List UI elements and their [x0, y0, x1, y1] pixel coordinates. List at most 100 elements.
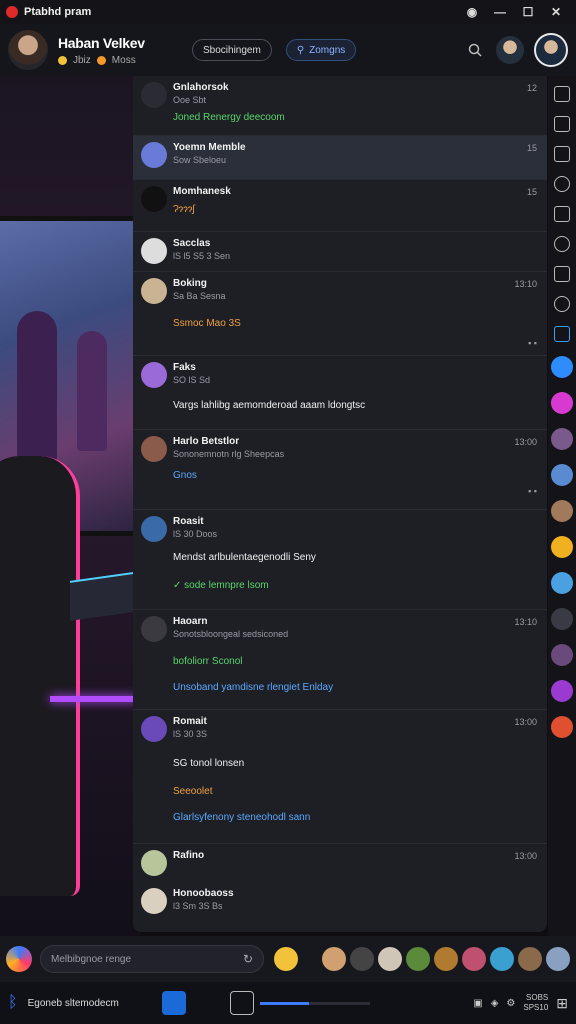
- refresh-icon[interactable]: ↻: [243, 952, 253, 966]
- message-item[interactable]: Momhanesk 15 Ɂɂɂɂʃ: [133, 180, 547, 232]
- message-item[interactable]: Yoemn Memble Sow Sbeloeu 15: [133, 136, 547, 180]
- message-text: SG tonol lonsen: [173, 758, 245, 769]
- rail-avatar[interactable]: [551, 536, 573, 558]
- avatar: [141, 850, 167, 876]
- rail-avatar[interactable]: [551, 392, 573, 414]
- message-time: 13:10: [514, 617, 537, 627]
- maximize-button[interactable]: ☐: [514, 5, 542, 19]
- story-avatar[interactable]: [518, 947, 542, 971]
- message-input[interactable]: Melbibgnoe renge ↻: [40, 945, 264, 973]
- grid-icon[interactable]: ⊞: [556, 995, 568, 1012]
- image-icon[interactable]: ▣: [473, 998, 482, 1009]
- home-tab-icon[interactable]: [229, 991, 254, 1015]
- status-a: Jbiz: [73, 54, 91, 66]
- message-item[interactable]: Boking Sa Ba Sesna 13:10 Ssmoc Mao 3S ▪ …: [133, 272, 547, 356]
- composer-bar: Melbibgnoe renge ↻: [0, 936, 576, 982]
- minimize-button[interactable]: —: [486, 5, 514, 19]
- rail-avatar[interactable]: [551, 356, 573, 378]
- app-badge-icon[interactable]: [6, 946, 32, 972]
- copy-icon[interactable]: [554, 206, 570, 222]
- message-author: Honoobaoss: [173, 888, 234, 899]
- user-status: Jbiz Moss: [58, 55, 178, 66]
- doc-icon[interactable]: [554, 116, 570, 132]
- rail-avatar[interactable]: [551, 680, 573, 702]
- message-text: ✓ sode lemnpre lsom: [173, 580, 269, 591]
- channel-pill-label: Sbocihingem: [203, 44, 261, 56]
- title-bar: Ptabhd pram ◉ — ☐ ✕: [0, 0, 576, 24]
- bottom-bar: ᛒ Egoneb sltemodecm ▣ ◈ ⚙ SOBS SPS10 ⊞: [0, 982, 576, 1024]
- message-author: Momhanesk: [173, 186, 231, 197]
- search-icon[interactable]: [464, 39, 486, 61]
- network-stats: SOBS SPS10: [523, 993, 548, 1013]
- message-text: Vargs lahlibg aemomderoad aaam ldongtsc: [173, 400, 366, 411]
- message-item[interactable]: Harlo Betstlor Sononemnotn rlg Sheepcas …: [133, 430, 547, 510]
- shield-icon[interactable]: ◈: [491, 998, 499, 1009]
- reaction-count[interactable]: ▪ ▪: [528, 486, 537, 496]
- message-meta: lS 30 Doos: [173, 529, 218, 539]
- contact-avatar[interactable]: [496, 36, 524, 64]
- message-text: Ssmoc Mao 3S: [173, 318, 241, 329]
- status-dot-icon: [58, 55, 67, 65]
- zone-pill-label: Zomgns: [309, 44, 346, 56]
- clock-icon[interactable]: [554, 296, 570, 312]
- message-time: 13:00: [514, 851, 537, 861]
- close-button[interactable]: ✕: [542, 5, 570, 19]
- rail-avatar[interactable]: [551, 644, 573, 666]
- message-time: 13:00: [514, 717, 537, 727]
- story-avatar[interactable]: [378, 947, 402, 971]
- message-author: Rafino: [173, 850, 205, 861]
- message-meta: lS l5 S5 3 Sen: [173, 251, 231, 261]
- record-icon[interactable]: ◉: [458, 5, 486, 19]
- message-input-placeholder: Melbibgnoe renge: [51, 953, 132, 965]
- story-avatar[interactable]: [490, 947, 514, 971]
- story-avatar[interactable]: [434, 947, 458, 971]
- rail-avatar[interactable]: [551, 428, 573, 450]
- message-meta: Ooe Sbt: [173, 95, 207, 105]
- avatar: [141, 716, 167, 742]
- message-item[interactable]: Romait lS 30 3S 13:00 SG tonol lonsen Se…: [133, 710, 547, 844]
- rail-avatar[interactable]: [551, 572, 573, 594]
- message-text: Seeoolet: [173, 786, 213, 797]
- home-icon[interactable]: [554, 86, 570, 102]
- message-author: Romait: [173, 716, 207, 727]
- message-item[interactable]: Honoobaoss l3 Sm 3S Bs: [133, 882, 547, 922]
- square-icon[interactable]: [554, 266, 570, 282]
- circle-icon[interactable]: [554, 236, 570, 252]
- message-author: Gnlahorsok: [173, 82, 229, 93]
- settings-icon[interactable]: ⚙: [506, 998, 515, 1009]
- message-meta: l3 Sm 3S Bs: [173, 901, 223, 911]
- keyboard-image: [70, 571, 140, 621]
- progress-bar: [259, 1001, 370, 1005]
- story-avatar[interactable]: [322, 947, 346, 971]
- bookmark-icon[interactable]: [161, 991, 186, 1015]
- background-gaming-scene: [0, 76, 140, 936]
- rail-avatar[interactable]: [551, 608, 573, 630]
- edit-icon[interactable]: [554, 326, 570, 342]
- message-item[interactable]: Roasit lS 30 Doos Mendst arlbulentaegeno…: [133, 510, 547, 610]
- message-item[interactable]: Rafino 13:00: [133, 844, 547, 882]
- message-time: 15: [526, 143, 537, 153]
- alert-icon[interactable]: [554, 176, 570, 192]
- bluetooth-icon[interactable]: ᛒ: [8, 994, 18, 1012]
- rail-avatar[interactable]: [551, 500, 573, 522]
- user-avatar[interactable]: [8, 30, 48, 70]
- rail-avatar[interactable]: [551, 464, 573, 486]
- channel-pill[interactable]: Sbocihingem: [192, 39, 272, 61]
- profile-avatar[interactable]: [534, 33, 568, 67]
- chat-header: Haban Velkev Jbiz Moss Sbocihingem ⚲ Zom…: [0, 24, 576, 76]
- rail-avatar[interactable]: [551, 716, 573, 738]
- message-author: Sacclas: [173, 238, 211, 249]
- story-avatar[interactable]: [350, 947, 374, 971]
- message-item[interactable]: Haoarn Sonotsbloongeal sedsiconed 13:10 …: [133, 610, 547, 710]
- zone-pill[interactable]: ⚲ Zomgns: [285, 39, 357, 61]
- emoji-icon[interactable]: [274, 947, 298, 971]
- stat-line-1: SOBS: [526, 993, 549, 1002]
- story-avatar[interactable]: [406, 947, 430, 971]
- story-avatar[interactable]: [546, 947, 570, 971]
- message-item[interactable]: Gnlahorsok Ooe Sbt 12 Joned Renergy deec…: [133, 76, 547, 136]
- story-avatar[interactable]: [462, 947, 486, 971]
- reaction-count[interactable]: ▪ ▪: [528, 338, 537, 348]
- chat-icon[interactable]: [554, 146, 570, 162]
- message-item[interactable]: Faks SO lS Sd Vargs lahlibg aemomderoad …: [133, 356, 547, 430]
- message-item[interactable]: Sacclas lS l5 S5 3 Sen: [133, 232, 547, 272]
